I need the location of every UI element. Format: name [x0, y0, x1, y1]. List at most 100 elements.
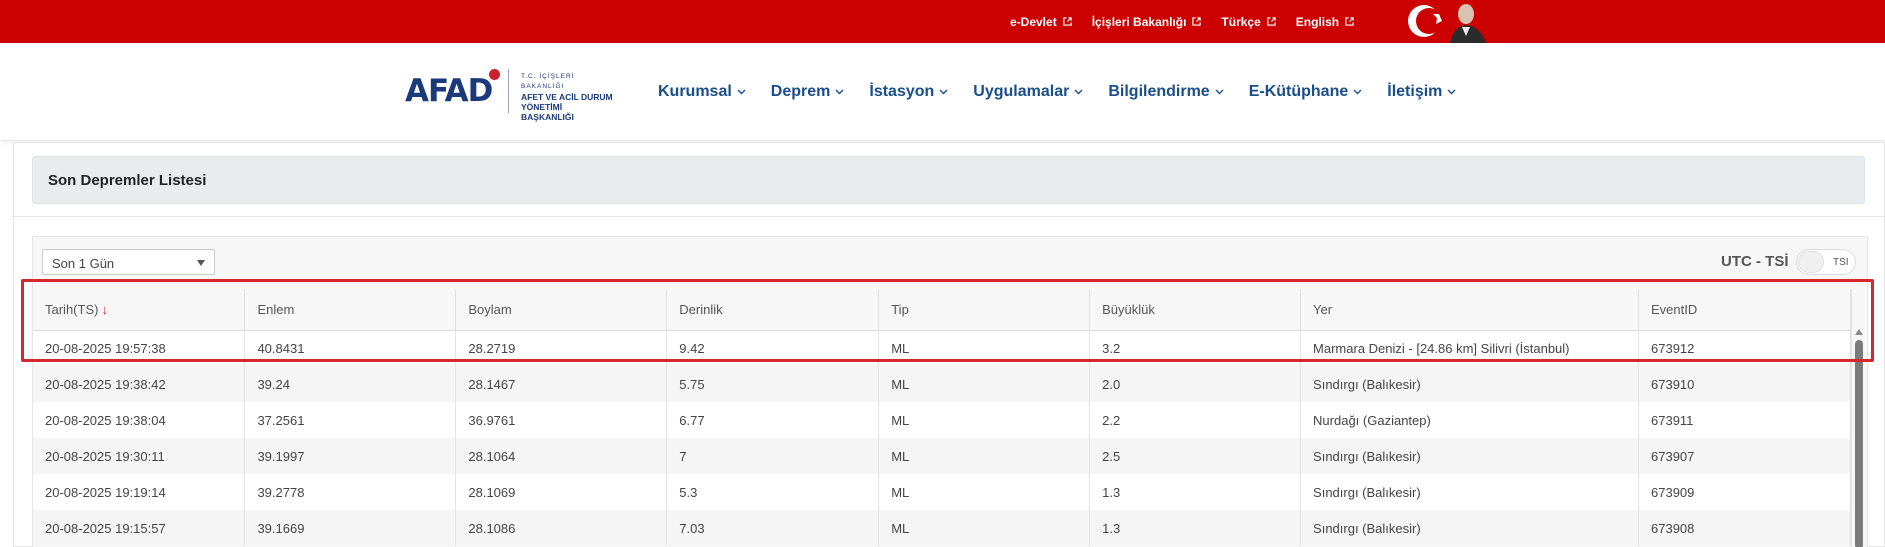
cell-depth: 6.77 [666, 402, 880, 438]
cell-date: 20-08-2025 19:30:11 [33, 438, 246, 474]
logo-text: T.C. İÇİŞLERİ BAKANLIĞI AFET VE ACİL DUR… [521, 72, 615, 122]
panel-header: Son Depremler Listesi [32, 156, 1865, 204]
cell-date: 20-08-2025 19:38:42 [33, 366, 246, 402]
cell-magnitude: 2.0 [1089, 366, 1302, 402]
column-header-boylam[interactable]: Boylam [455, 289, 668, 331]
cell-location: Sındırgı (Balıkesir) [1300, 438, 1639, 474]
cell-latitude: 39.24 [244, 366, 457, 402]
nav-bilgilendirme-label: Bilgilendirme [1108, 83, 1210, 100]
nav-uygulamalar[interactable]: Uygulamalar [973, 83, 1083, 101]
main-nav: Kurumsal Deprem İstasyon Uygulamalar Bil… [658, 43, 1481, 141]
external-link-icon [1063, 17, 1072, 26]
cell-type: ML [878, 330, 1091, 366]
chevron-down-icon [737, 89, 746, 95]
nav-iletisim[interactable]: İletişim [1387, 83, 1456, 101]
cell-date: 20-08-2025 19:38:04 [33, 402, 246, 438]
caret-down-icon [197, 260, 205, 266]
cell-eventid: 673907 [1638, 438, 1851, 474]
nav-bilgilendirme[interactable]: Bilgilendirme [1108, 83, 1224, 101]
chevron-down-icon [835, 89, 844, 95]
cell-date: 20-08-2025 19:57:38 [33, 330, 246, 366]
cell-longitude: 28.1064 [455, 438, 668, 474]
period-select[interactable]: Son 1 Gün [42, 249, 215, 275]
column-header-buyukluk[interactable]: Büyüklük [1089, 289, 1302, 331]
cell-latitude: 39.1997 [244, 438, 457, 474]
table-row[interactable]: 20-08-2025 19:38:04 37.2561 36.9761 6.77… [33, 402, 1851, 438]
cell-type: ML [878, 474, 1091, 510]
icisleri-link[interactable]: İçişleri Bakanlığı [1092, 15, 1202, 29]
cell-eventid: 673909 [1638, 474, 1851, 510]
period-select-value: Son 1 Gün [52, 256, 115, 271]
table-row[interactable]: 20-08-2025 19:19:14 39.2778 28.1069 5.3 … [33, 474, 1851, 510]
nav-ekutuphane[interactable]: E-Kütüphane [1249, 83, 1363, 101]
column-header-enlem[interactable]: Enlem [244, 289, 457, 331]
nav-uygulamalar-label: Uygulamalar [973, 83, 1070, 100]
content-area: Son Depremler Listesi Son 1 Gün UTC - TS… [13, 142, 1885, 547]
cell-location: Sındırgı (Balıkesir) [1300, 366, 1639, 402]
page-title: Son Depremler Listesi [48, 172, 207, 189]
table-row[interactable]: 20-08-2025 19:15:57 39.1669 28.1086 7.03… [33, 510, 1851, 546]
cell-magnitude: 1.3 [1089, 510, 1302, 546]
nav-kurumsal[interactable]: Kurumsal [658, 83, 746, 101]
cell-depth: 5.3 [666, 474, 880, 510]
cell-location: Nurdağı (Gaziantep) [1300, 402, 1639, 438]
nav-deprem-label: Deprem [770, 83, 831, 100]
cell-latitude: 37.2561 [244, 402, 457, 438]
table-scrollbar-thumb[interactable] [1855, 340, 1863, 547]
nav-deprem[interactable]: Deprem [771, 83, 845, 101]
edevlet-link[interactable]: e-Devlet [1010, 15, 1072, 29]
turkce-link-label: Türkçe [1221, 14, 1261, 29]
cell-depth: 7.03 [666, 510, 880, 546]
english-link-label: English [1295, 14, 1340, 29]
table-row[interactable]: 20-08-2025 19:38:42 39.24 28.1467 5.75 M… [33, 366, 1851, 402]
cell-magnitude: 2.5 [1089, 438, 1302, 474]
column-header-derinlik[interactable]: Derinlik [666, 289, 880, 331]
column-header-tip[interactable]: Tip [878, 289, 1091, 331]
cell-type: ML [878, 402, 1091, 438]
cell-depth: 7 [666, 438, 880, 474]
nav-ekutuphane-label: E-Kütüphane [1248, 83, 1349, 100]
cell-depth: 5.75 [666, 366, 880, 402]
nav-iletisim-label: İletişim [1387, 83, 1443, 100]
cell-date: 20-08-2025 19:19:14 [33, 474, 246, 510]
cell-location: Sındırgı (Balıkesir) [1300, 474, 1639, 510]
edevlet-link-label: e-Devlet [1010, 14, 1057, 29]
logo-line2: AFET VE ACİL DURUM [521, 92, 613, 102]
cell-type: ML [878, 366, 1091, 402]
column-header-yer[interactable]: Yer [1300, 289, 1639, 331]
cell-latitude: 39.2778 [244, 474, 457, 510]
turkce-link[interactable]: Türkçe [1221, 14, 1276, 29]
cell-longitude: 36.9761 [455, 402, 668, 438]
cell-latitude: 39.1669 [244, 510, 457, 546]
cell-date: 20-08-2025 19:15:57 [33, 510, 246, 546]
cell-depth: 9.42 [666, 330, 880, 366]
table-row[interactable]: 20-08-2025 19:57:38 40.8431 28.2719 9.42… [33, 330, 1851, 366]
flag-ataturk-image [1400, 0, 1500, 43]
toggle-knob [1798, 251, 1824, 273]
column-header-label: Tarih(TS) [45, 301, 99, 317]
cell-latitude: 40.8431 [244, 330, 457, 366]
afad-logo[interactable]: AFAD T.C. İÇİŞLERİ BAKANLIĞI AFET VE ACİ… [405, 61, 615, 122]
earthquake-table-panel: Son 1 Gün UTC - TSİ TSI Tarih(TS) ↓ Enlem… [32, 236, 1868, 547]
logo-wordmark: AFAD [405, 73, 493, 109]
cell-longitude: 28.1467 [455, 366, 668, 402]
scroll-up-arrow-icon[interactable] [1855, 329, 1863, 335]
column-header-tarih[interactable]: Tarih(TS) ↓ [33, 289, 246, 331]
table-row[interactable]: 20-08-2025 19:30:11 39.1997 28.1064 7 ML… [33, 438, 1851, 474]
column-header-eventid[interactable]: EventID [1638, 289, 1851, 331]
timezone-toggle[interactable]: TSI [1796, 249, 1856, 275]
cell-location: Marmara Denizi - [24.86 km] Silivri (İst… [1300, 330, 1639, 366]
cell-eventid: 673911 [1638, 402, 1851, 438]
external-link-icon [1192, 17, 1202, 26]
nav-istasyon[interactable]: İstasyon [869, 83, 948, 101]
cell-eventid: 673908 [1638, 510, 1851, 546]
divider [14, 216, 1884, 217]
chevron-down-icon [1215, 89, 1224, 95]
timezone-label: UTC - TSİ [1721, 253, 1789, 270]
top-links: e-Devlet İçişleri Bakanlığı Türkçe Engli… [1010, 0, 1354, 43]
cell-eventid: 673912 [1638, 330, 1851, 366]
cell-eventid: 673910 [1638, 366, 1851, 402]
icisleri-link-label: İçişleri Bakanlığı [1091, 14, 1187, 29]
english-link[interactable]: English [1296, 15, 1354, 29]
nav-kurumsal-label: Kurumsal [658, 83, 732, 100]
